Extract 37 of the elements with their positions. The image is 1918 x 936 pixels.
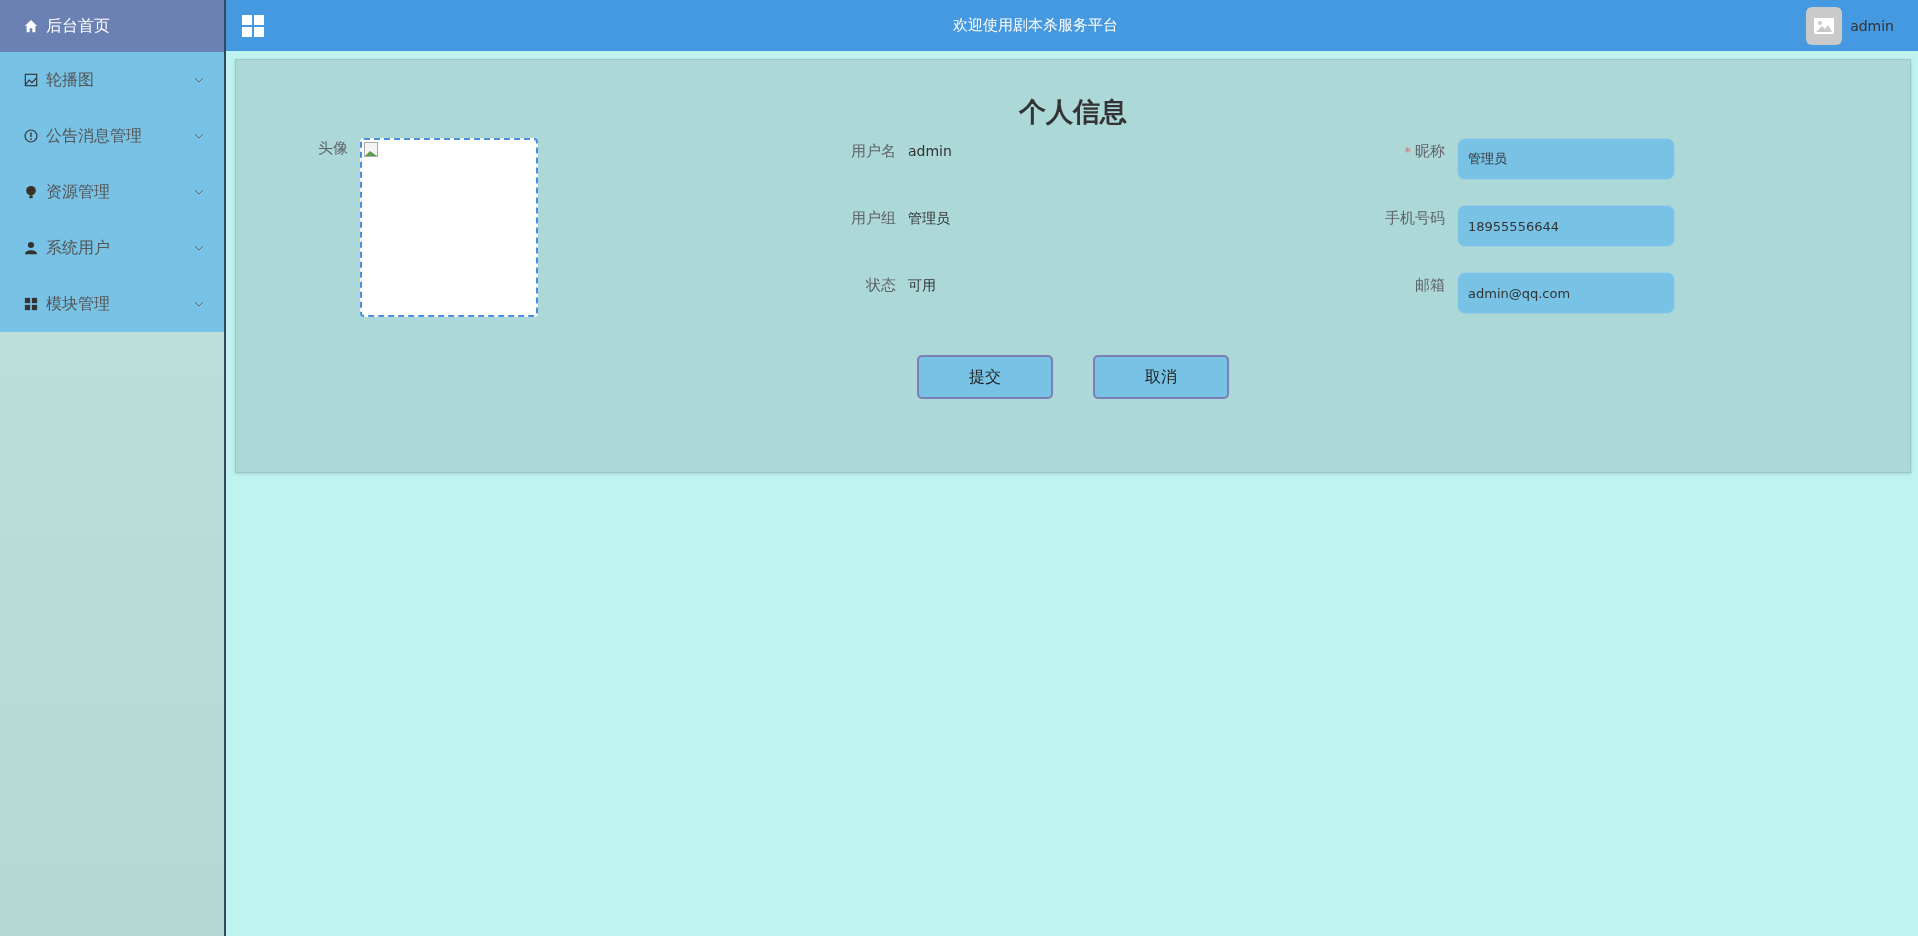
sidebar-item-label: 公告消息管理 [46,125,143,147]
image-icon [24,73,38,87]
required-mark: * [1404,144,1411,159]
input-field[interactable]: admin@qq.com [1457,272,1675,314]
field-label: 邮箱 [1415,276,1445,294]
field-label: 状态 [865,275,896,295]
field-value: 管理员 [908,209,951,228]
field-value: admin [908,142,953,161]
bulb-icon [24,185,38,199]
avatar-upload[interactable] [360,138,538,317]
home-icon [24,19,38,33]
field-label: 头像 [317,138,348,158]
grid-icon [24,297,38,311]
info-icon [24,129,38,143]
sidebar-item-label: 资源管理 [46,181,111,203]
field-label: 昵称 [1415,142,1445,160]
image-icon [1814,17,1835,34]
sidebar-item-label: 模块管理 [46,293,111,315]
sidebar-item-label: 后台首页 [46,15,111,37]
user-avatar[interactable] [1806,6,1843,45]
sidebar-item-label: 系统用户 [46,237,111,259]
field-label: 用户组 [850,208,896,228]
card-title: 个人信息 [1019,95,1127,129]
user-name[interactable]: admin [1850,17,1894,34]
submit-button[interactable]: 提交 [917,355,1053,399]
sidebar-item[interactable]: 后台首页 [0,0,224,52]
field-label: 手机号码 [1385,209,1445,227]
field-value: 可用 [908,276,937,295]
user-icon [24,241,38,255]
grid-menu-icon[interactable] [242,14,264,37]
header-title: 欢迎使用剧本杀服务平台 [951,16,1119,35]
input-field[interactable]: 管理员 [1457,138,1675,180]
field-label: 用户名 [850,141,896,161]
cancel-button[interactable]: 取消 [1093,355,1229,399]
input-field[interactable]: 18955556644 [1457,205,1675,247]
broken-image-icon [364,142,380,158]
sidebar-item-label: 轮播图 [46,69,95,91]
